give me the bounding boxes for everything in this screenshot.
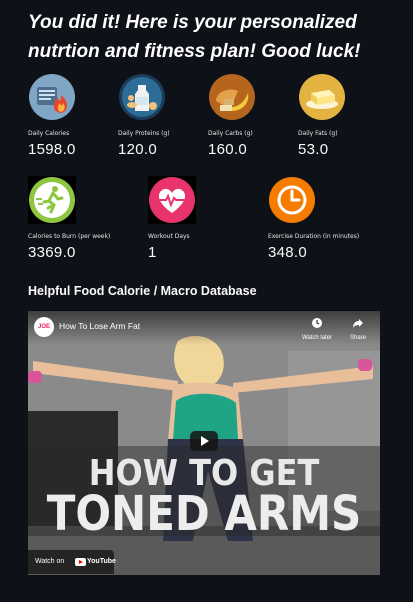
protein-milk-icon [119,74,165,120]
watch-later-button[interactable]: Watch later [301,316,333,341]
metric-value: 1 [148,244,157,261]
metric-value: 3369.0 [28,244,76,261]
channel-avatar[interactable]: JOE [34,317,54,337]
metric-value: 120.0 [118,141,158,158]
share-button[interactable]: Share [344,316,372,341]
butter-icon [299,74,345,120]
page-title: You did it! Here is your personalized nu… [28,12,361,62]
clock-icon [269,177,315,223]
metric-daily-calories: Daily Calories 1598.0 [28,73,116,158]
metric-exercise-duration: Exercise Duration (in minutes) 348.0 [268,176,378,261]
share-arrow-icon [353,319,363,328]
metric-value: 53.0 [298,141,329,158]
metric-label: Exercise Duration (in minutes) [268,233,360,240]
metric-label: Daily Fats (g) [298,130,338,137]
metric-value: 348.0 [268,244,308,261]
metric-calories-to-burn: Calories to Burn (per week) 3369.0 [28,176,138,261]
section-title: Helpful Food Calorie / Macro Database [28,284,257,298]
watch-on-label: Watch on [35,558,65,565]
metric-label: Calories to Burn (per week) [28,233,111,240]
youtube-label: YouTube [87,558,116,565]
metric-workout-days: Workout Days 1 [148,176,236,261]
metric-label: Workout Days [148,233,190,240]
heart-pulse-icon [148,176,196,224]
watch-on-youtube-button[interactable]: Watch on YouTube [28,550,116,574]
youtube-embed[interactable]: JOE How To Lose Arm Fat Watch later Shar… [28,311,380,575]
metric-value: 160.0 [208,141,248,158]
video-title[interactable]: How To Lose Arm Fat [59,321,140,331]
metric-daily-carbs: Daily Carbs (g) 160.0 [208,73,296,158]
metric-label: Daily Carbs (g) [208,130,253,137]
runner-icon [28,176,76,224]
video-overlay-line2: TONED ARMS [46,485,362,542]
metric-daily-fats: Daily Fats (g) 53.0 [298,73,386,158]
metric-label: Daily Proteins (g) [118,130,170,137]
metric-daily-proteins: Daily Proteins (g) 120.0 [118,73,206,158]
watch-later-label: Watch later [301,335,333,341]
calorie-fire-icon [29,74,75,120]
clock-icon [312,318,322,328]
play-button[interactable] [190,431,218,451]
metric-label: Daily Calories [28,130,70,137]
metric-value: 1598.0 [28,141,76,158]
carbs-bread-icon [209,74,255,120]
youtube-logo-icon [75,558,86,566]
share-label: Share [349,335,366,341]
